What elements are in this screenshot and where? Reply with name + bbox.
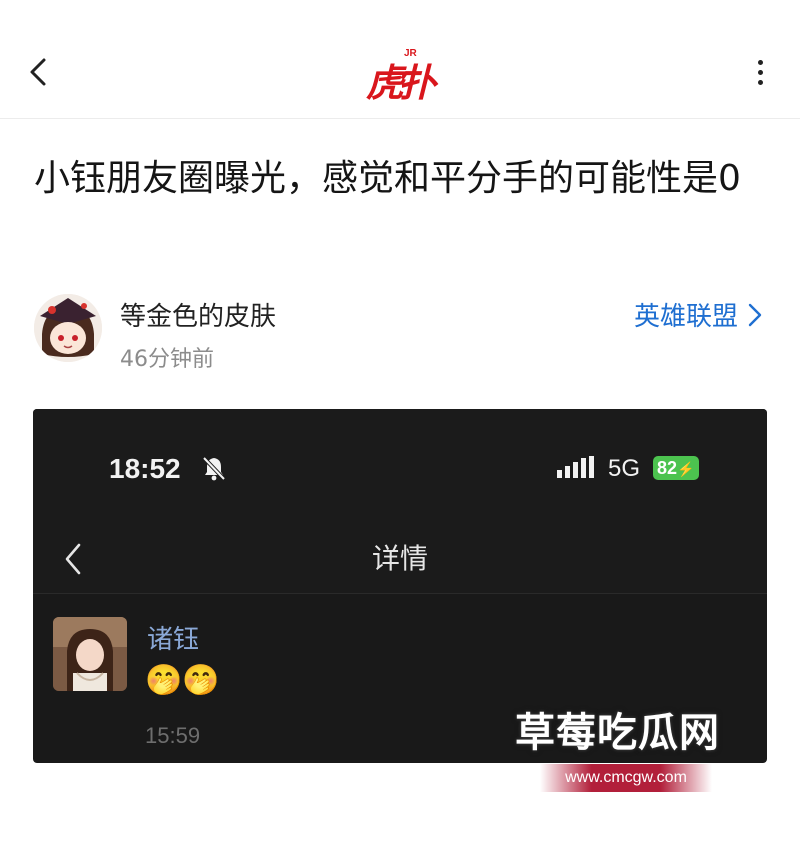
message-content: 🤭🤭 bbox=[145, 663, 220, 698]
status-time: 18:52 bbox=[109, 453, 181, 484]
chevron-right-icon bbox=[748, 303, 762, 326]
post-title: 小钰朋友圈曝光，感觉和平分手的可能性是0 bbox=[34, 158, 741, 199]
message-avatar[interactable] bbox=[53, 617, 127, 691]
chat-nav-bar: 详情 bbox=[33, 527, 767, 593]
watermark-text: 草莓吃瓜网 bbox=[515, 710, 720, 756]
divider bbox=[33, 593, 767, 594]
author-avatar[interactable] bbox=[34, 294, 102, 362]
network-type: 5G bbox=[608, 455, 641, 482]
board-label: 英雄联盟 bbox=[633, 302, 738, 332]
post-time: 46分钟前 bbox=[120, 347, 214, 372]
charging-icon: ⚡ bbox=[677, 461, 695, 477]
more-vertical-icon bbox=[758, 60, 763, 65]
phone-status-bar: 18:52 5G 82⚡ bbox=[33, 409, 767, 527]
board-link[interactable]: 英雄联盟 bbox=[634, 296, 762, 333]
bell-muted-icon bbox=[202, 456, 226, 481]
more-button[interactable] bbox=[746, 56, 774, 90]
nav-title: 详情 bbox=[371, 542, 428, 575]
battery-level: 82 bbox=[657, 458, 678, 478]
chevron-left-icon bbox=[30, 58, 46, 86]
battery-indicator: 82⚡ bbox=[653, 456, 699, 480]
author-name[interactable]: 等金色的皮肤 bbox=[120, 296, 276, 333]
back-button[interactable] bbox=[22, 48, 58, 96]
hupu-logo: JR 虎扑 bbox=[366, 48, 436, 105]
top-bar: JR 虎扑 bbox=[0, 0, 800, 119]
message-sender[interactable]: 诸钰 bbox=[147, 619, 199, 656]
watermark-url: www.cmcgw.com bbox=[540, 764, 712, 792]
message-time: 15:59 bbox=[145, 723, 201, 748]
signal-icon bbox=[557, 456, 594, 478]
